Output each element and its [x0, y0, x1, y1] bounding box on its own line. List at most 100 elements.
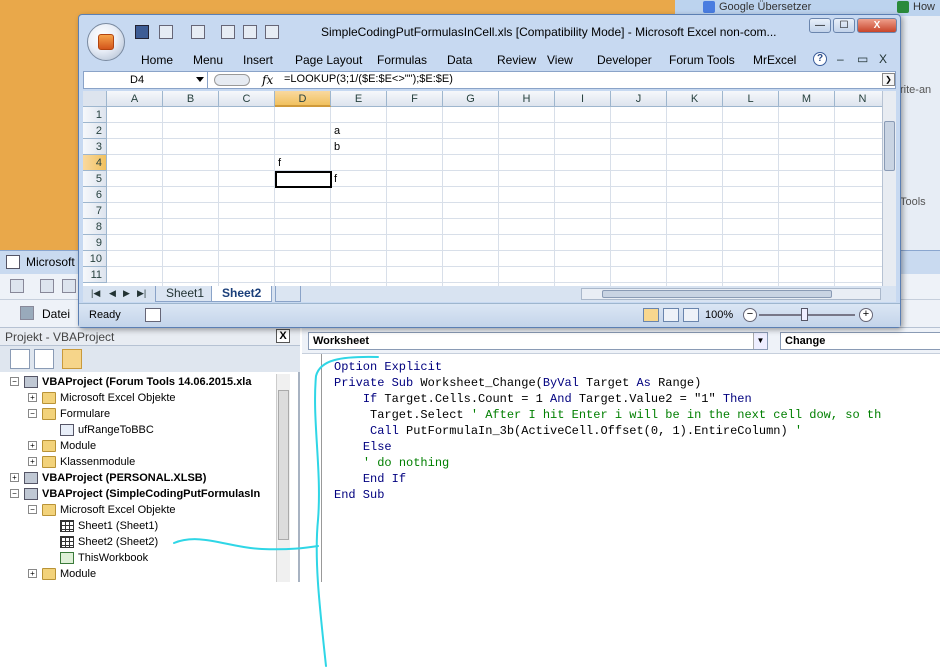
zoom-level[interactable]: 100%: [705, 309, 733, 321]
horizontal-scrollbar[interactable]: [581, 288, 881, 300]
cell-E5[interactable]: f: [331, 171, 337, 187]
ribbon-tab-data[interactable]: Data: [447, 53, 472, 67]
normal-view-icon[interactable]: [643, 308, 659, 322]
ribbon-tab-review[interactable]: Review: [497, 53, 536, 67]
page-layout-view-icon[interactable]: [663, 308, 679, 322]
row-header-10[interactable]: 10: [83, 251, 107, 267]
formula-bar-toggle[interactable]: [214, 74, 250, 86]
ribbon-tab-developer[interactable]: Developer: [597, 53, 652, 67]
toolbar-icon[interactable]: [40, 279, 54, 293]
column-header-C[interactable]: C: [219, 91, 275, 107]
close-button[interactable]: X: [276, 329, 290, 343]
expand-icon[interactable]: +: [28, 441, 37, 450]
insert-sheet-icon[interactable]: [275, 286, 301, 302]
row-header-11[interactable]: 11: [83, 267, 107, 283]
ribbon-tab-formulas[interactable]: Formulas: [377, 53, 427, 67]
view-object-button[interactable]: [34, 349, 54, 369]
column-header-F[interactable]: F: [387, 91, 443, 107]
row-header-7[interactable]: 7: [83, 203, 107, 219]
insert-function-button[interactable]: fx: [262, 73, 273, 87]
expand-icon[interactable]: +: [28, 569, 37, 578]
row-header-3[interactable]: 3: [83, 139, 107, 155]
cell-E3[interactable]: b: [331, 139, 340, 155]
row-header-5[interactable]: 5: [83, 171, 107, 187]
row-header-8[interactable]: 8: [83, 219, 107, 235]
macro-record-icon[interactable]: [145, 308, 161, 322]
help-icon[interactable]: [20, 306, 34, 320]
zoom-out-button[interactable]: −: [743, 308, 757, 322]
ribbon-tab-menu[interactable]: Menu: [193, 53, 223, 67]
toggle-folders-button[interactable]: [62, 349, 82, 369]
vertical-scrollbar[interactable]: [882, 91, 896, 286]
tree-scrollbar[interactable]: [276, 374, 290, 582]
help-icon[interactable]: ?: [813, 52, 827, 66]
select-all-corner[interactable]: [83, 91, 107, 107]
ribbon-tab-insert[interactable]: Insert: [243, 53, 273, 67]
column-header-I[interactable]: I: [555, 91, 611, 107]
formula-input[interactable]: =LOOKUP(3;1/($E:$E<>"");$E:$E): [284, 73, 453, 85]
worksheet-grid[interactable]: A B C D E F G H I J K L M N 1 2 3 4 5 6 7 8 9 10 11 a b f f: [83, 91, 885, 286]
column-header-N[interactable]: N: [835, 91, 885, 107]
scrollbar-thumb[interactable]: [602, 290, 832, 298]
ribbon-tab-forum-tools[interactable]: Forum Tools: [669, 53, 735, 67]
view-code-button[interactable]: [10, 349, 30, 369]
next-sheet-icon[interactable]: ▶: [123, 288, 130, 299]
column-header-L[interactable]: L: [723, 91, 779, 107]
qat-icon[interactable]: [243, 25, 257, 39]
collapse-icon[interactable]: −: [10, 489, 19, 498]
code-editor[interactable]: Option Explicit Private Sub Worksheet_Ch…: [334, 359, 881, 503]
column-header-G[interactable]: G: [443, 91, 499, 107]
scrollbar-thumb[interactable]: [884, 121, 895, 171]
expand-icon[interactable]: +: [28, 457, 37, 466]
row-header-9[interactable]: 9: [83, 235, 107, 251]
maximize-button[interactable]: ☐: [833, 18, 855, 33]
expand-icon[interactable]: +: [28, 393, 37, 402]
zoom-slider-thumb[interactable]: [801, 308, 808, 321]
active-cell[interactable]: [275, 171, 332, 188]
column-header-A[interactable]: A: [107, 91, 163, 107]
cell-E2[interactable]: a: [331, 123, 340, 139]
name-box[interactable]: D4: [84, 72, 208, 88]
redo-icon[interactable]: [191, 25, 205, 39]
collapse-icon[interactable]: −: [10, 377, 19, 386]
prev-sheet-icon[interactable]: ◀: [109, 288, 116, 299]
procedure-dropdown[interactable]: Change: [780, 332, 940, 350]
column-header-H[interactable]: H: [499, 91, 555, 107]
column-header-E[interactable]: E: [331, 91, 387, 107]
row-header-4[interactable]: 4: [83, 155, 107, 171]
first-sheet-icon[interactable]: |◀: [91, 288, 100, 299]
ribbon-tab-page-layout[interactable]: Page Layout: [295, 53, 362, 67]
collapse-icon[interactable]: −: [28, 505, 37, 514]
expand-formula-bar-icon[interactable]: ❯: [882, 73, 895, 86]
last-sheet-icon[interactable]: ▶|: [137, 288, 146, 299]
zoom-in-button[interactable]: +: [859, 308, 873, 322]
page-break-view-icon[interactable]: [683, 308, 699, 322]
toolbar-icon[interactable]: [62, 279, 76, 293]
undo-icon[interactable]: [159, 25, 173, 39]
object-dropdown[interactable]: Worksheet ▼: [308, 332, 768, 350]
sheet-tab-sheet1[interactable]: Sheet1: [155, 286, 216, 302]
ribbon-minimize-button[interactable]: –: [837, 52, 844, 66]
ribbon-tab-mrexcel[interactable]: MrExcel: [753, 53, 796, 67]
expand-icon[interactable]: +: [10, 473, 19, 482]
ribbon-tab-view[interactable]: View: [547, 53, 573, 67]
collapse-icon[interactable]: −: [28, 409, 37, 418]
qat-icon[interactable]: [221, 25, 235, 39]
column-header-J[interactable]: J: [611, 91, 667, 107]
scrollbar-thumb[interactable]: [278, 390, 289, 540]
column-header-D[interactable]: D: [275, 91, 331, 107]
ribbon-tab-home[interactable]: Home: [141, 53, 173, 67]
datei-menu[interactable]: Datei: [42, 307, 70, 321]
close-button[interactable]: X: [857, 18, 897, 33]
column-header-M[interactable]: M: [779, 91, 835, 107]
row-header-1[interactable]: 1: [83, 107, 107, 123]
ribbon-restore-button[interactable]: ▭: [857, 52, 868, 66]
cell-D4[interactable]: f: [275, 155, 281, 171]
row-header-6[interactable]: 6: [83, 187, 107, 203]
minimize-button[interactable]: —: [809, 18, 831, 33]
column-header-K[interactable]: K: [667, 91, 723, 107]
cell-area[interactable]: [107, 107, 885, 286]
save-icon[interactable]: [135, 25, 149, 39]
ribbon-close-button[interactable]: X: [879, 52, 887, 66]
column-header-B[interactable]: B: [163, 91, 219, 107]
